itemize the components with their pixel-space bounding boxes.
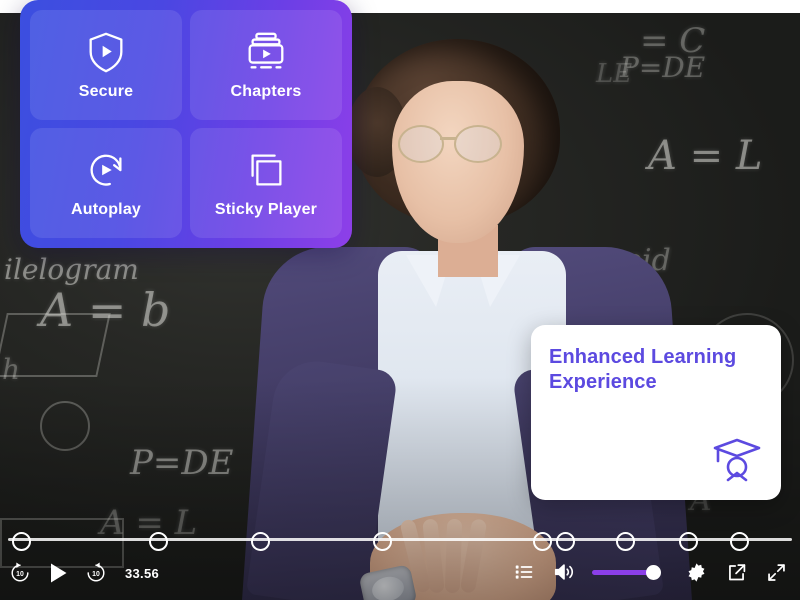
shield-play-icon bbox=[83, 29, 129, 75]
sticky-player-windows-icon bbox=[243, 147, 289, 193]
volume-fill bbox=[592, 570, 653, 575]
chapter-marker-2[interactable] bbox=[149, 532, 169, 551]
feature-overlay-panel: Secure Chapters Autoplay Sticky Player bbox=[20, 0, 352, 248]
progress-bar[interactable] bbox=[8, 532, 792, 551]
chapters-play-icon bbox=[243, 29, 289, 75]
volume-button[interactable] bbox=[552, 560, 576, 584]
play-button[interactable] bbox=[45, 560, 71, 586]
player-controls-right bbox=[512, 560, 788, 584]
settings-button[interactable] bbox=[684, 560, 708, 584]
feature-tile-label: Chapters bbox=[230, 83, 302, 100]
share-button[interactable] bbox=[724, 560, 748, 584]
feature-tile-secure[interactable]: Secure bbox=[30, 10, 182, 120]
feature-tile-label: Sticky Player bbox=[214, 201, 318, 218]
video-player-screenshot: = C LE P=DE A = L oid ilelogram A = b h … bbox=[0, 0, 800, 600]
feature-tile-sticky-player[interactable]: Sticky Player bbox=[190, 128, 342, 238]
feature-tile-autoplay[interactable]: Autoplay bbox=[30, 128, 182, 238]
chapter-marker-4[interactable] bbox=[372, 532, 392, 551]
svg-text:10: 10 bbox=[16, 571, 24, 578]
chapter-marker-9[interactable] bbox=[730, 532, 750, 551]
chalk-parallelogram bbox=[0, 313, 111, 377]
glasses-icon bbox=[396, 125, 521, 163]
chapter-marker-3[interactable] bbox=[250, 532, 270, 551]
volume-knob[interactable] bbox=[645, 565, 661, 580]
chapter-marker-1[interactable] bbox=[12, 532, 32, 551]
fullscreen-button[interactable] bbox=[764, 560, 788, 584]
svg-text:10: 10 bbox=[92, 571, 100, 578]
graduation-cap-icon bbox=[711, 434, 763, 486]
forward-10-button[interactable]: 10 bbox=[84, 561, 108, 585]
volume-slider[interactable] bbox=[592, 564, 668, 580]
enhanced-learning-card[interactable]: Enhanced Learning Experience bbox=[531, 325, 781, 500]
playlist-button[interactable] bbox=[512, 560, 536, 584]
card-title: Enhanced Learning Experience bbox=[549, 346, 737, 394]
chapter-marker-5[interactable] bbox=[532, 532, 552, 551]
chapter-marker-8[interactable] bbox=[679, 532, 699, 551]
player-controls-left: 10 10 33.56 bbox=[8, 560, 159, 586]
feature-tile-label: Autoplay bbox=[70, 201, 142, 218]
feature-tile-label: Secure bbox=[78, 83, 134, 100]
player-control-bar: 10 10 33.56 bbox=[0, 532, 800, 600]
chalk-circle bbox=[40, 401, 90, 451]
time-display: 33.56 bbox=[125, 565, 160, 581]
rewind-10-button[interactable]: 10 bbox=[8, 561, 32, 585]
chalk-note: ilelogram bbox=[4, 253, 139, 286]
chapter-marker-6[interactable] bbox=[556, 532, 576, 551]
face bbox=[392, 81, 524, 243]
autoplay-loop-icon bbox=[83, 147, 129, 193]
chapter-marker-7[interactable] bbox=[615, 532, 635, 551]
feature-tile-chapters[interactable]: Chapters bbox=[190, 10, 342, 120]
chalk-note: A = L bbox=[648, 133, 763, 179]
